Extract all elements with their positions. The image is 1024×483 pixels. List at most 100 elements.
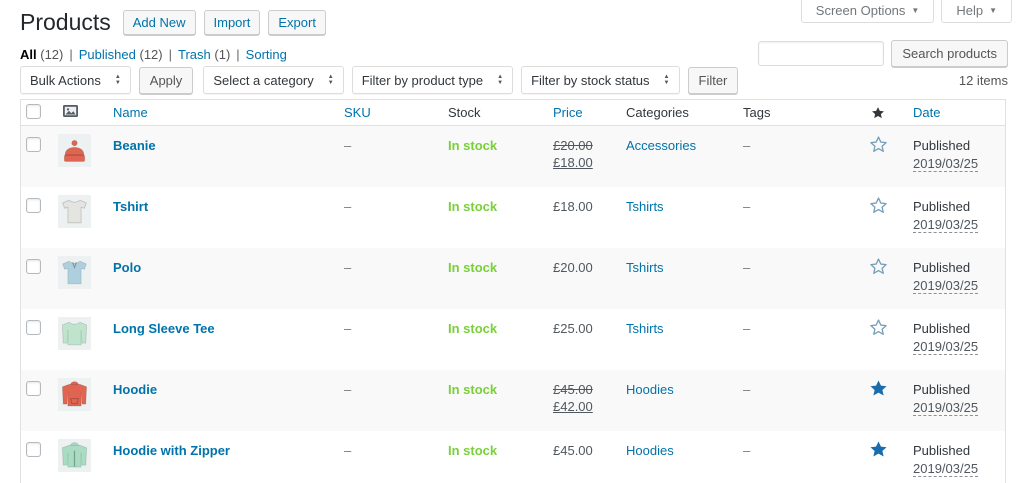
price-value: £25.00	[553, 309, 626, 337]
screen-options-label: Screen Options	[816, 3, 906, 18]
select-all-checkbox[interactable]	[26, 104, 41, 119]
select-caret-icon	[497, 74, 503, 86]
category-link[interactable]: Tshirts	[626, 260, 664, 275]
row-checkbox[interactable]	[26, 198, 41, 213]
sku-value: –	[344, 382, 351, 397]
date-cell: Published2019/03/25	[899, 187, 1005, 233]
category-link[interactable]: Accessories	[626, 138, 696, 153]
hoodie-thumbnail[interactable]	[58, 378, 91, 411]
apply-button[interactable]: Apply	[139, 67, 194, 94]
date-cell: Published2019/03/25	[899, 126, 1005, 172]
column-header-stock: Stock	[448, 105, 553, 120]
date-cell: Published2019/03/25	[899, 431, 1005, 477]
product-name-link[interactable]: Hoodie	[113, 382, 157, 397]
tags-value: –	[743, 443, 750, 458]
date-cell: Published2019/03/25	[899, 309, 1005, 355]
zip-hoodie-thumbnail[interactable]	[58, 439, 91, 472]
tags-value: –	[743, 321, 750, 336]
sku-value: –	[344, 199, 351, 214]
filter-button[interactable]: Filter	[688, 67, 739, 94]
row-checkbox[interactable]	[26, 137, 41, 152]
view-published-link[interactable]: Published (12)	[79, 47, 163, 62]
table-body: Beanie–In stock£20.00£18.00Accessories–P…	[21, 126, 1005, 483]
view-filter-links: All (12)|Published (12)|Trash (1)|Sortin…	[20, 47, 287, 62]
table-row: Polo–In stock£20.00Tshirts–Published2019…	[21, 248, 1005, 309]
export-button[interactable]: Export	[268, 10, 326, 35]
search-input[interactable]	[758, 41, 884, 66]
column-header-sku[interactable]: SKU	[344, 105, 448, 120]
column-header-price[interactable]: Price	[553, 105, 626, 120]
column-header-name[interactable]: Name	[113, 105, 344, 120]
import-button[interactable]: Import	[204, 10, 261, 35]
image-column-header	[54, 105, 113, 120]
stock-status-filter-select[interactable]: Filter by stock status	[521, 66, 679, 94]
separator: |	[236, 47, 239, 62]
add-new-button[interactable]: Add New	[123, 10, 196, 35]
select-caret-icon	[328, 74, 334, 86]
category-link[interactable]: Hoodies	[626, 382, 674, 397]
search-products-button[interactable]: Search products	[891, 40, 1008, 67]
product-name-link[interactable]: Long Sleeve Tee	[113, 321, 215, 336]
featured-star-empty-icon[interactable]	[869, 318, 888, 341]
tags-value: –	[743, 138, 750, 153]
bulk-actions-select[interactable]: Bulk Actions	[20, 66, 131, 94]
beanie-thumbnail[interactable]	[58, 134, 91, 167]
featured-star-filled-icon[interactable]	[869, 379, 888, 402]
row-checkbox[interactable]	[26, 381, 41, 396]
price-value: £20.00	[553, 248, 626, 276]
table-header-row: Name SKU Stock Price Categories Tags Dat…	[21, 100, 1005, 126]
products-admin-page: Products Add New Import Export Screen Op…	[0, 0, 1024, 483]
product-name-link[interactable]: Polo	[113, 260, 141, 275]
price-value: £45.00£42.00	[553, 370, 626, 415]
stock-status: In stock	[448, 443, 497, 458]
column-header-date[interactable]: Date	[899, 105, 1005, 120]
search-area: Search products	[758, 40, 1008, 67]
page-title: Products	[20, 8, 123, 37]
help-button[interactable]: Help ▼	[941, 0, 1012, 23]
featured-star-empty-icon[interactable]	[869, 257, 888, 280]
chevron-down-icon: ▼	[989, 7, 997, 15]
stock-status: In stock	[448, 260, 497, 275]
row-checkbox[interactable]	[26, 442, 41, 457]
column-header-featured	[857, 106, 899, 120]
screen-options-button[interactable]: Screen Options ▼	[801, 0, 935, 23]
stock-status: In stock	[448, 199, 497, 214]
price-value: £18.00	[553, 187, 626, 215]
view-trash-link[interactable]: Trash (1)	[178, 47, 230, 62]
category-link[interactable]: Hoodies	[626, 443, 674, 458]
price-value: £45.00	[553, 431, 626, 459]
price-value: £20.00£18.00	[553, 126, 626, 171]
tshirt-thumbnail[interactable]	[58, 195, 91, 228]
view-all-link[interactable]: All (12)	[20, 47, 63, 62]
product-type-filter-select[interactable]: Filter by product type	[352, 66, 513, 94]
date-cell: Published2019/03/25	[899, 248, 1005, 294]
product-name-link[interactable]: Tshirt	[113, 199, 148, 214]
star-icon	[871, 106, 885, 120]
category-link[interactable]: Tshirts	[626, 321, 664, 336]
product-name-link[interactable]: Beanie	[113, 138, 156, 153]
table-row: Hoodie with Zipper – In stock £45.00Hoodies…	[21, 431, 1005, 483]
column-header-tags: Tags	[743, 105, 857, 120]
long-sleeve-thumbnail[interactable]	[58, 317, 91, 350]
category-link[interactable]: Tshirts	[626, 199, 664, 214]
table-row: Long Sleeve Tee–In stock£25.00Tshirts–Pu…	[21, 309, 1005, 370]
featured-star-empty-icon[interactable]	[869, 196, 888, 219]
row-checkbox[interactable]	[26, 320, 41, 335]
polo-thumbnail[interactable]	[58, 256, 91, 289]
sku-value: –	[344, 138, 351, 153]
help-label: Help	[956, 3, 983, 18]
date-cell: Published2019/03/25	[899, 370, 1005, 416]
featured-star-empty-icon[interactable]	[869, 135, 888, 158]
sku-value: –	[344, 321, 351, 336]
image-icon	[63, 105, 78, 117]
view-sorting-link[interactable]: Sorting	[246, 47, 287, 62]
category-filter-select[interactable]: Select a category	[203, 66, 343, 94]
products-table: Name SKU Stock Price Categories Tags Dat…	[20, 99, 1006, 483]
featured-star-filled-icon[interactable]	[869, 440, 888, 463]
product-name-link[interactable]: Hoodie with Zipper	[113, 443, 230, 458]
row-checkbox[interactable]	[26, 259, 41, 274]
table-row: Hoodie–In stock£45.00£42.00Hoodies–Publi…	[21, 370, 1005, 431]
sku-value: –	[344, 260, 351, 275]
screen-meta-links: Screen Options ▼ Help ▼	[801, 0, 1012, 23]
page-header: Products Add New Import Export	[20, 8, 334, 37]
